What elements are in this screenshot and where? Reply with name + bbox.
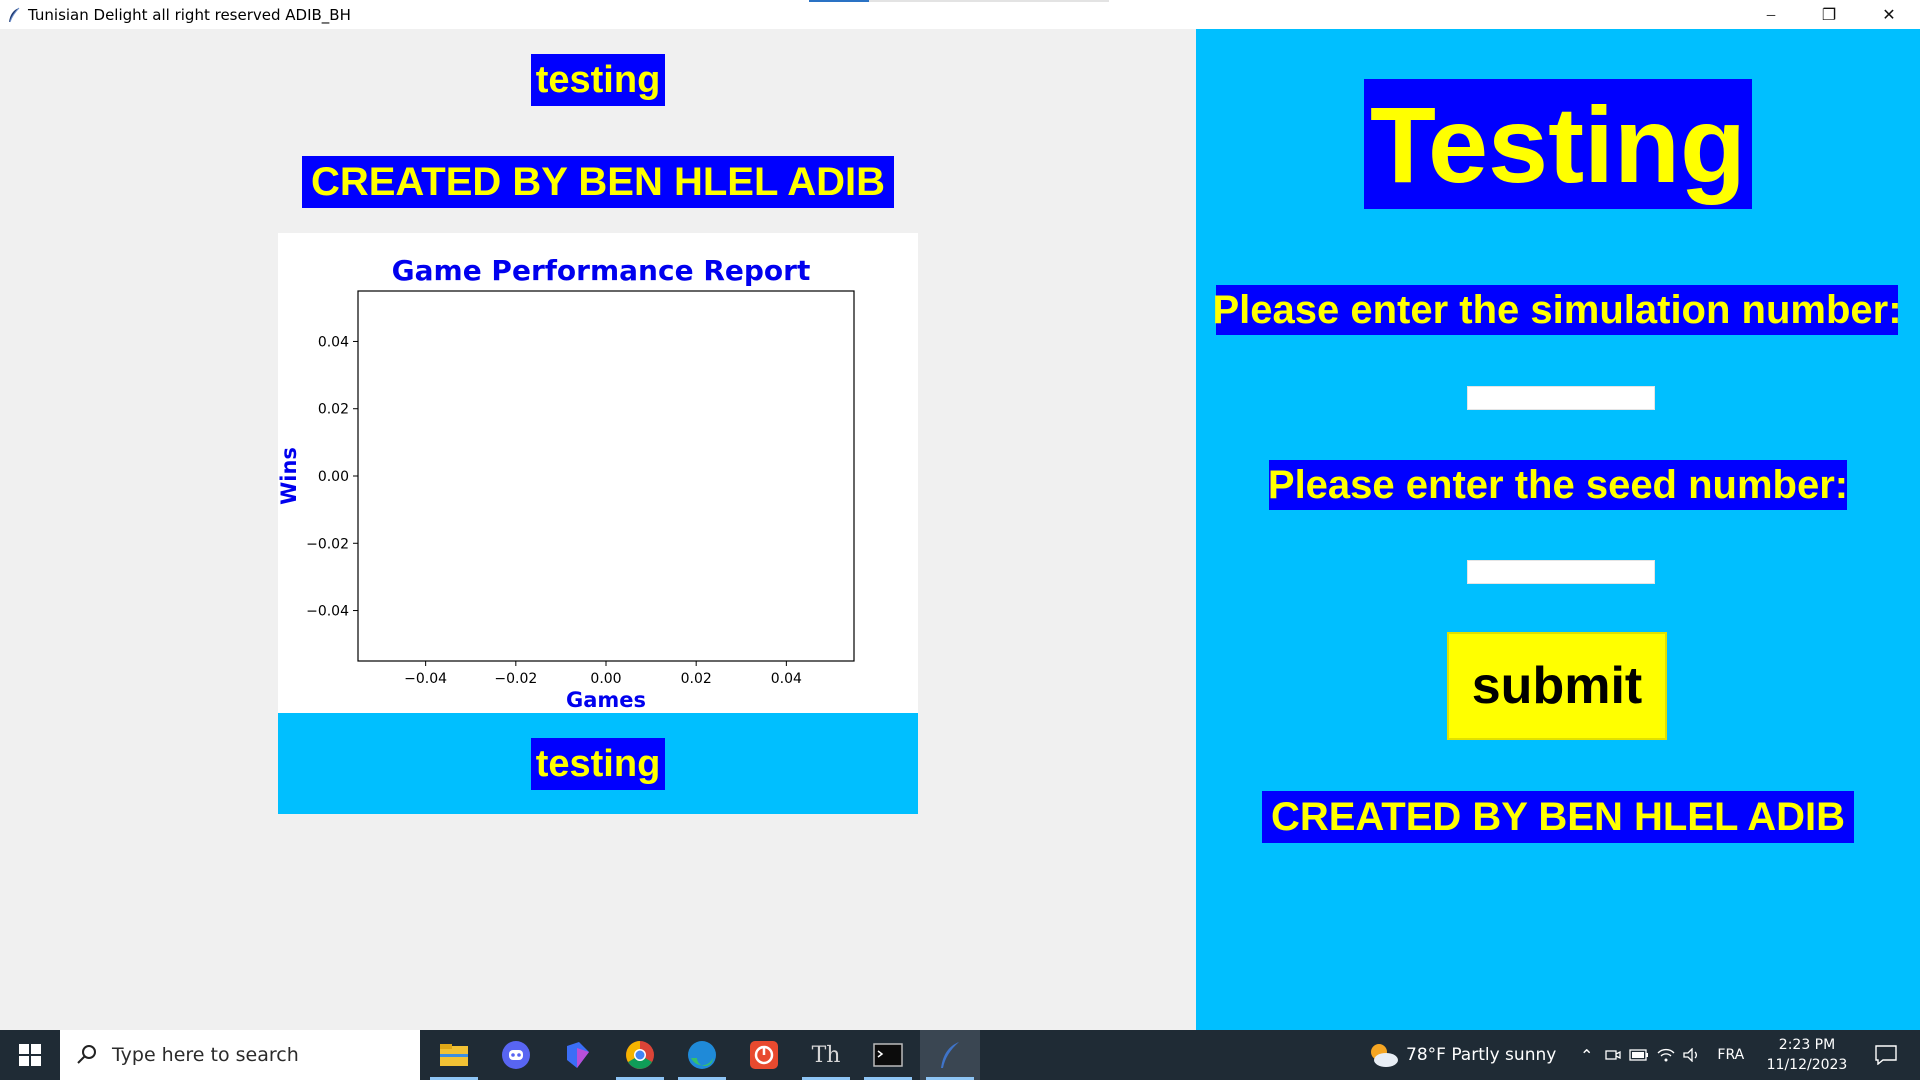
right-credit-label: CREATED BY BEN HLEL ADIB: [1262, 791, 1854, 843]
taskbar-app-feather[interactable]: [920, 1030, 980, 1080]
x-tick-label: −0.04: [404, 671, 447, 687]
y-axis-ticks: 0.04 0.02 0.00 −0.02 −0.04: [306, 334, 358, 620]
bing-icon: [567, 1042, 589, 1068]
chart-canvas: Game Performance Report −0.04 −0.02 0.00 0.…: [277, 233, 918, 713]
chart-title: Game Performance Report: [392, 254, 811, 287]
bottom-testing-label: testing: [531, 738, 665, 790]
taskbar-search-box[interactable]: Type here to search: [60, 1030, 420, 1080]
minimize-icon: ─: [1766, 7, 1776, 22]
partly-sunny-icon: [1371, 1044, 1398, 1067]
search-placeholder: Type here to search: [112, 1044, 299, 1066]
notification-icon: [1875, 1045, 1897, 1065]
y-axis-label: Wins: [278, 447, 301, 505]
start-button[interactable]: [0, 1030, 60, 1080]
taskbar: Type here to search Th 78°F Partly sunny…: [0, 1030, 1920, 1080]
y-tick-label: 0.04: [318, 334, 349, 350]
wifi-icon[interactable]: [1657, 1048, 1675, 1062]
testing-heading: Testing: [1364, 79, 1752, 209]
submit-button[interactable]: submit: [1447, 632, 1667, 740]
file-explorer-icon: [440, 1044, 468, 1066]
x-axis-ticks: −0.04 −0.02 0.00 0.02 0.04: [404, 661, 802, 687]
close-button[interactable]: ✕: [1858, 0, 1920, 29]
windows-icon: [19, 1044, 41, 1066]
language-indicator[interactable]: FRA: [1717, 1047, 1744, 1063]
taskbar-app-terminal[interactable]: [858, 1030, 918, 1080]
plot-area: [357, 290, 855, 662]
feather-icon: [9, 7, 20, 22]
x-tick-label: 0.04: [771, 671, 802, 687]
power-app-icon: [750, 1041, 778, 1069]
window-title: Tunisian Delight all right reserved ADIB…: [28, 5, 351, 24]
chrome-icon: [626, 1041, 654, 1069]
chart-svg: Game Performance Report −0.04 −0.02 0.00 0.…: [277, 254, 855, 712]
y-tick-label: 0.02: [318, 402, 349, 418]
x-tick-label: 0.00: [590, 671, 621, 687]
weather-text: 78°F Partly sunny: [1406, 1045, 1557, 1065]
y-tick-label: −0.02: [306, 536, 349, 552]
title-progress-bar: [809, 0, 1109, 2]
minimize-button[interactable]: ─: [1742, 0, 1800, 29]
volume-icon[interactable]: [1683, 1048, 1701, 1062]
system-tray: ⌃ FRA: [1580, 1030, 1744, 1080]
edge-icon: [688, 1041, 716, 1069]
meet-icon[interactable]: [1605, 1048, 1622, 1062]
taskbar-app-edge[interactable]: [672, 1030, 732, 1080]
y-tick-label: 0.00: [318, 469, 349, 485]
x-tick-label: −0.02: [494, 671, 537, 687]
title-bar: Tunisian Delight all right reserved ADIB…: [0, 0, 1920, 29]
terminal-icon: [873, 1043, 903, 1067]
taskbar-app-file-explorer[interactable]: [424, 1030, 484, 1080]
clock[interactable]: 2:23 PM 11/12/2023: [1762, 1030, 1852, 1080]
weather-widget[interactable]: 78°F Partly sunny: [1366, 1030, 1556, 1080]
taskbar-app-chrome[interactable]: [610, 1030, 670, 1080]
taskbar-app-bing[interactable]: [548, 1030, 608, 1080]
simulation-number-input[interactable]: [1467, 386, 1655, 410]
th-app-icon: Th: [811, 1042, 841, 1068]
battery-icon[interactable]: [1629, 1049, 1649, 1061]
left-panel: testing CREATED BY BEN HLEL ADIB Game Pe…: [0, 29, 1196, 1030]
taskbar-app-th[interactable]: Th: [796, 1030, 856, 1080]
restore-icon: ❐: [1821, 6, 1837, 24]
x-tick-label: 0.02: [681, 671, 712, 687]
top-testing-label: testing: [531, 54, 665, 106]
restore-button[interactable]: ❐: [1800, 0, 1858, 29]
chevron-up-icon[interactable]: ⌃: [1580, 1046, 1593, 1065]
seed-prompt-label: Please enter the seed number:: [1268, 460, 1848, 510]
taskbar-app-power[interactable]: [734, 1030, 794, 1080]
search-icon: [77, 1045, 96, 1064]
simulation-prompt-label: Please enter the simulation number:: [1212, 285, 1902, 335]
taskbar-app-discord[interactable]: [486, 1030, 546, 1080]
feather-app-icon: [941, 1042, 959, 1068]
clock-time: 2:23 PM: [1778, 1037, 1836, 1053]
close-icon: ✕: [1882, 6, 1896, 24]
clock-date: 11/12/2023: [1766, 1057, 1848, 1073]
discord-icon: [502, 1041, 530, 1069]
notification-button[interactable]: [1866, 1030, 1906, 1080]
left-credit-label: CREATED BY BEN HLEL ADIB: [302, 156, 894, 208]
x-axis-label: Games: [566, 688, 646, 712]
seed-number-input[interactable]: [1467, 560, 1655, 584]
y-tick-label: −0.04: [306, 604, 349, 620]
